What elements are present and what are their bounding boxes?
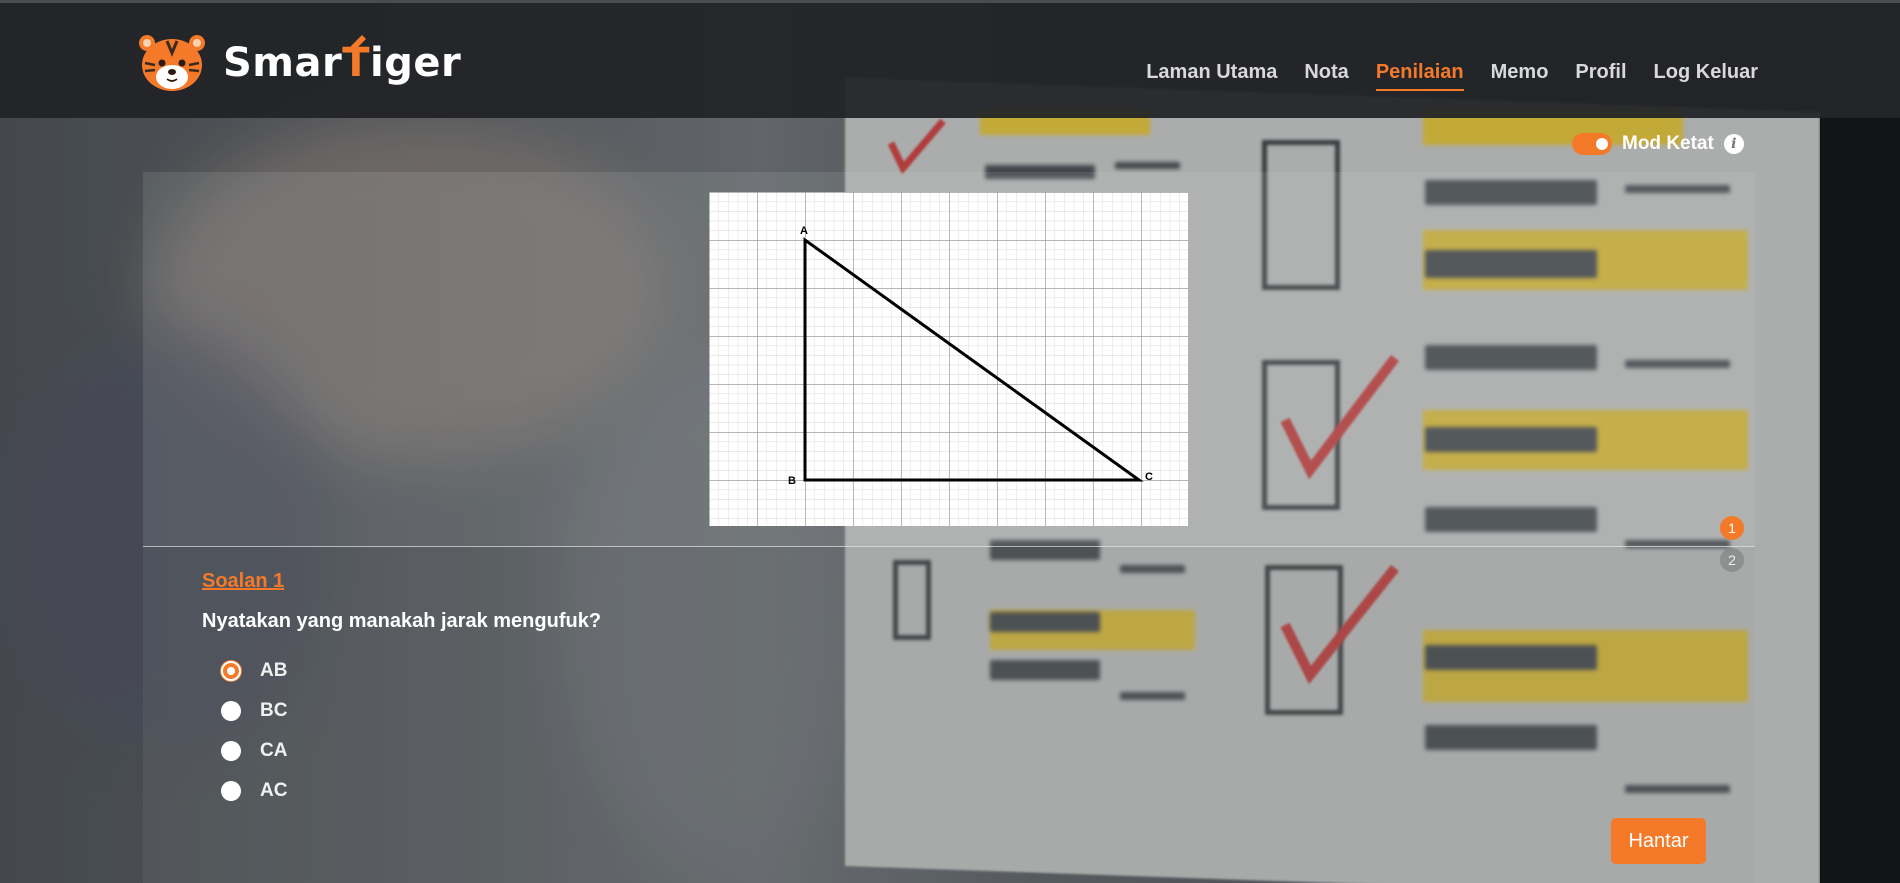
info-icon[interactable]: i [1723, 134, 1744, 154]
nav-nota[interactable]: Nota [1304, 61, 1348, 91]
option-label: BC [260, 700, 288, 721]
option-ac[interactable]: AC [221, 771, 287, 811]
question-page-2[interactable]: 2 [1720, 548, 1744, 572]
answer-options: AB BC CA AC [221, 651, 287, 811]
radio-button[interactable] [221, 741, 241, 761]
pencil-icon [348, 35, 366, 53]
strict-mode-control: Mod Ketat i [1572, 133, 1744, 155]
main-nav: Laman Utama Nota Penilaian Memo Profil L… [1146, 61, 1758, 91]
nav-laman-utama[interactable]: Laman Utama [1146, 61, 1277, 91]
graph-paper-triangle: A B C [709, 192, 1188, 526]
radio-button-selected[interactable] [221, 661, 241, 681]
option-label: CA [260, 740, 288, 761]
option-ab[interactable]: AB [221, 651, 287, 691]
strict-mode-label: Mod Ketat [1622, 133, 1714, 154]
question-answer-area [143, 546, 1755, 883]
option-ca[interactable]: CA [221, 731, 287, 771]
radio-button[interactable] [221, 701, 241, 721]
nav-penilaian[interactable]: Penilaian [1375, 61, 1464, 91]
brand-logo[interactable]: SmarTiger [137, 33, 461, 93]
radio-button[interactable] [221, 781, 241, 801]
option-label: AB [260, 660, 288, 681]
top-navbar: SmarTiger Laman Utama Nota Penilaian Mem… [0, 0, 1900, 118]
nav-log-keluar[interactable]: Log Keluar [1654, 61, 1758, 91]
triangle-diagram: A B C [709, 192, 1188, 526]
strict-mode-toggle[interactable] [1572, 133, 1612, 155]
question-page-1[interactable]: 1 [1720, 516, 1744, 540]
vertex-label-b: B [788, 475, 796, 487]
option-bc[interactable]: BC [221, 691, 287, 731]
tiger-logo-icon [139, 35, 205, 91]
brand-name: SmarTiger [223, 40, 462, 86]
question-number-link[interactable]: Soalan 1 [202, 570, 284, 593]
vertex-label-a: A [800, 225, 808, 237]
nav-profil[interactable]: Profil [1575, 61, 1626, 91]
nav-memo[interactable]: Memo [1491, 61, 1549, 91]
submit-button[interactable]: Hantar [1611, 818, 1706, 864]
vertex-label-c: C [1145, 471, 1153, 483]
question-text: Nyatakan yang manakah jarak mengufuk? [202, 610, 602, 632]
option-label: AC [260, 780, 288, 801]
